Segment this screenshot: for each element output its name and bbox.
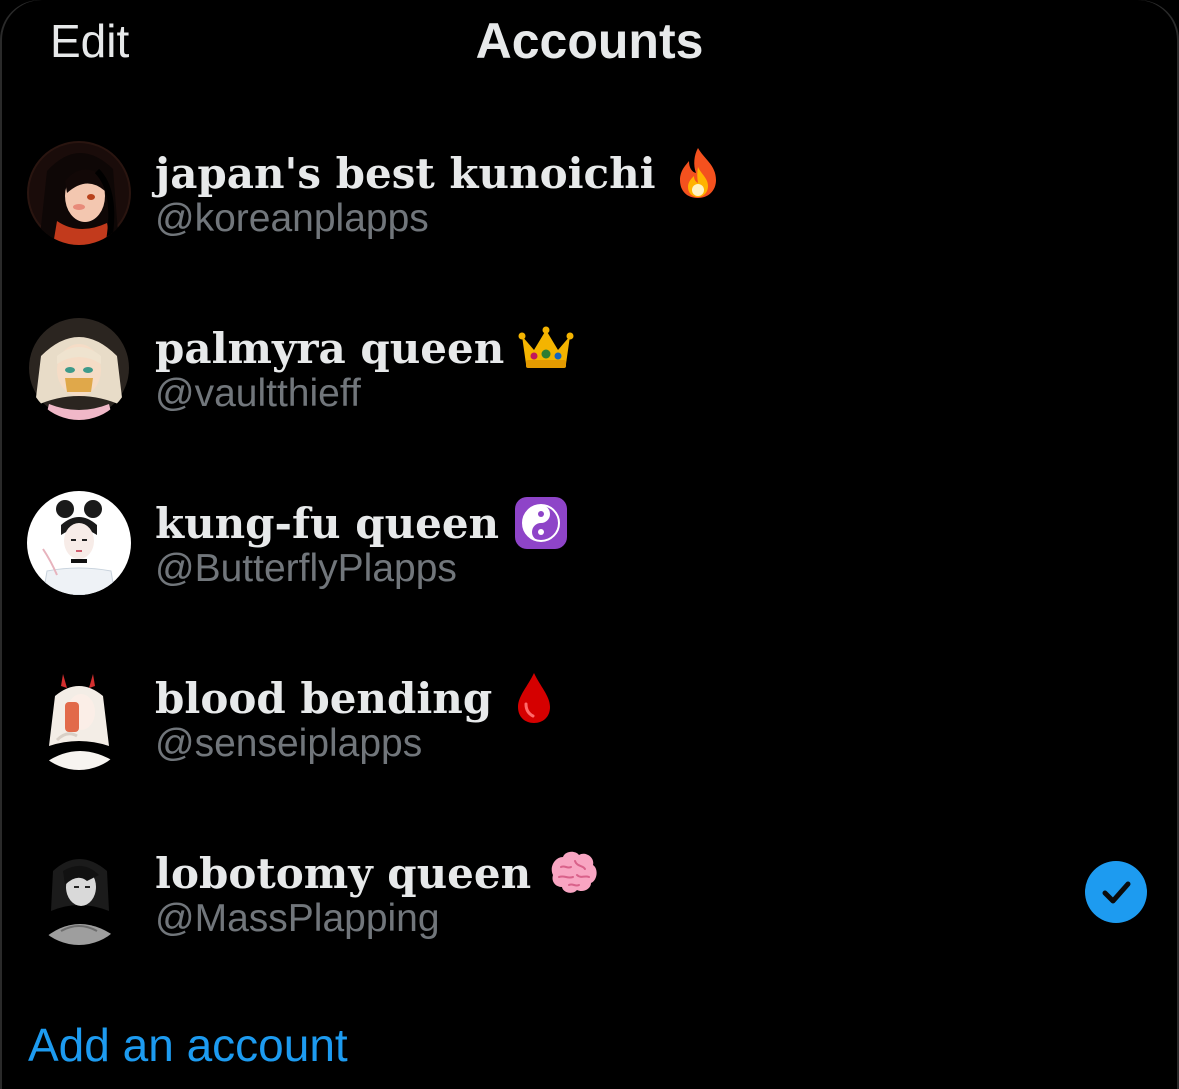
account-name-line: japan's best kunoichi [155, 143, 726, 203]
account-row[interactable]: palmyra queen @vaultthieff [0, 280, 1179, 455]
account-name: blood bending [155, 673, 493, 723]
account-handle: @senseiplapps [155, 722, 423, 765]
account-row[interactable]: kung-fu queen @ButterflyPlapps [0, 455, 1179, 630]
account-handle: @vaultthieff [155, 372, 361, 415]
account-list: japan's best kunoichi @koreanplapps palm… [0, 105, 1179, 980]
avatar [27, 141, 131, 245]
account-row[interactable]: lobotomy queen @MassPlapping [0, 805, 1179, 980]
account-name-line: blood bending [155, 668, 562, 728]
avatar [27, 666, 131, 770]
accounts-sheet: Edit Accounts japan's best kunoichi @kor… [0, 0, 1179, 1089]
account-name: palmyra queen [155, 323, 505, 373]
account-name-line: lobotomy queen [155, 843, 601, 903]
account-handle: @MassPlapping [155, 897, 440, 940]
avatar [27, 491, 131, 595]
header: Edit Accounts [0, 0, 1179, 84]
account-handle: @koreanplapps [155, 197, 429, 240]
account-name: kung-fu queen [155, 498, 500, 548]
avatar [27, 316, 131, 420]
account-handle: @ButterflyPlapps [155, 547, 457, 590]
account-name-line: kung-fu queen [155, 493, 569, 553]
drop-of-blood-icon [518, 673, 551, 723]
account-row[interactable]: blood bending @senseiplapps [0, 630, 1179, 805]
account-name: japan's best kunoichi [155, 148, 656, 198]
add-account-button[interactable]: Add an account [28, 1018, 348, 1072]
avatar [27, 841, 131, 945]
crown-icon [518, 326, 574, 368]
yin-yang-icon [515, 497, 568, 549]
account-row[interactable]: japan's best kunoichi @koreanplapps [0, 105, 1179, 280]
selected-account-check-icon [1085, 861, 1147, 923]
account-name-line: palmyra queen [155, 318, 574, 378]
brain-icon [551, 851, 597, 893]
page-title: Accounts [475, 13, 704, 69]
fire-icon [679, 148, 716, 198]
account-name: lobotomy queen [155, 848, 532, 898]
